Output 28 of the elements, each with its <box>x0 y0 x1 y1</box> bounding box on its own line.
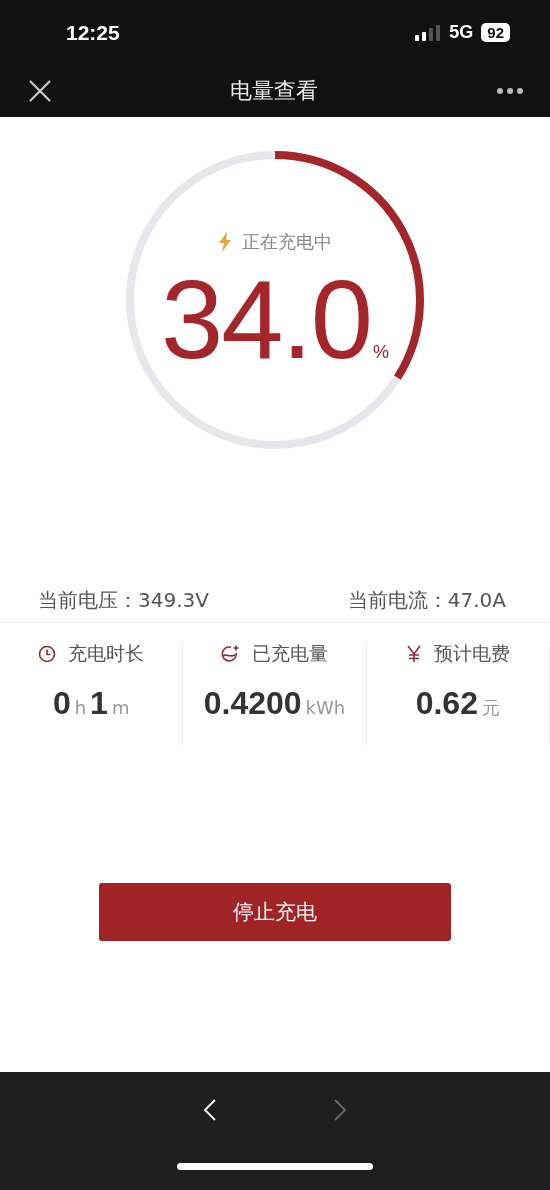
status-time: 12:25 <box>66 20 120 45</box>
clock-icon <box>38 645 57 663</box>
stat-value: 0 <box>52 685 71 722</box>
stat-label: 预计电费 <box>433 641 510 666</box>
energy-icon <box>220 645 241 663</box>
stat-value: 0.62 <box>415 685 478 722</box>
unit-label: m <box>111 697 130 718</box>
stat-value: 0.4200 <box>203 685 302 722</box>
unit-label: kWh <box>305 697 346 718</box>
page-title: 电量查看 <box>230 77 318 105</box>
reading-text: 当前电流：47.0A <box>347 587 506 614</box>
stat-label: 充电时长 <box>68 641 145 666</box>
stat-value: 1 <box>90 685 108 722</box>
stop-charging-button[interactable]: 停止充电 <box>99 883 451 941</box>
unit-label: h <box>74 697 87 718</box>
signal-icon <box>415 24 442 41</box>
percent-sign: % <box>373 342 389 363</box>
close-icon[interactable] <box>28 79 52 103</box>
more-icon[interactable] <box>496 87 524 95</box>
charging-status: 正在充电中 <box>242 230 332 254</box>
battery-indicator: 92 <box>481 23 510 42</box>
reading-text: 当前电压：349.3V <box>38 587 209 614</box>
network-label: 5G <box>449 22 474 43</box>
battery-percentage: 34.0 <box>161 264 371 376</box>
yen-icon <box>405 645 422 663</box>
stat-label: 已充电量 <box>252 641 329 666</box>
unit-label: 元 <box>481 696 500 720</box>
back-icon[interactable] <box>203 1098 217 1122</box>
